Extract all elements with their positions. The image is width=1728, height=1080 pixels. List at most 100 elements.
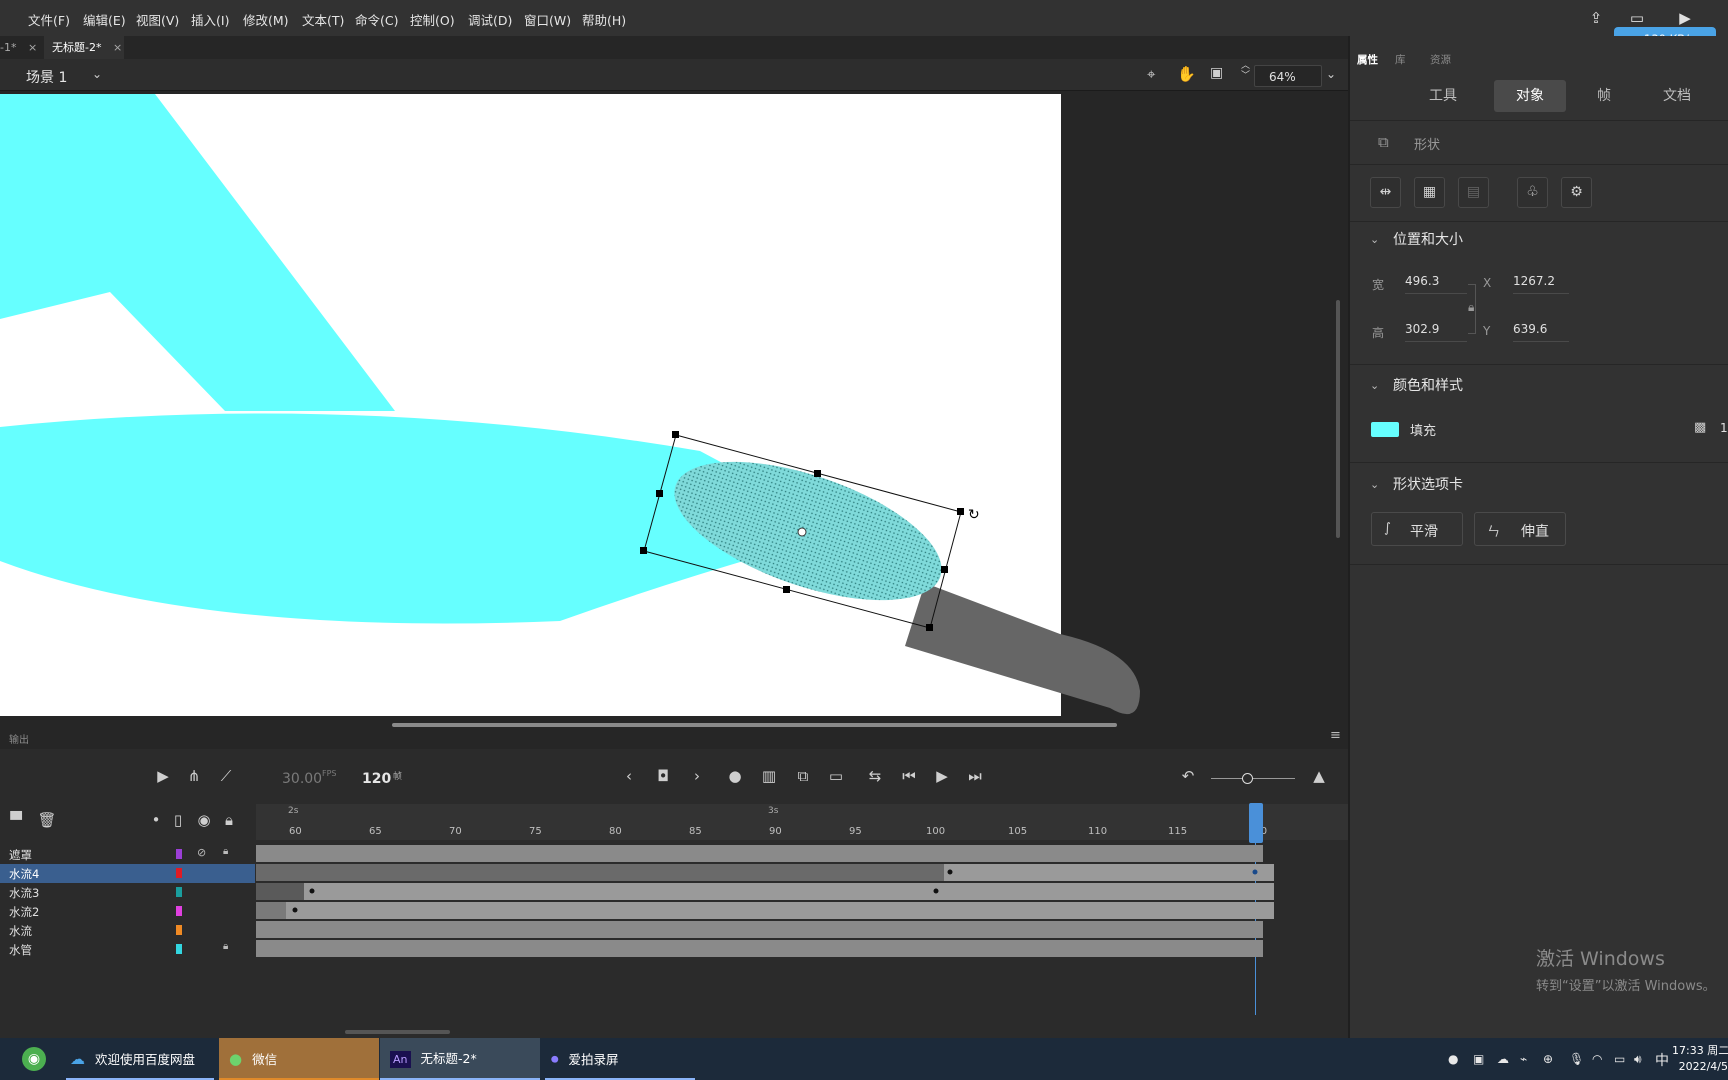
lock-icon[interactable]: 🔒︎ — [223, 941, 228, 952]
fps-value[interactable]: 30.00 — [282, 771, 322, 787]
hidden-eye-icon[interactable]: ⊘ — [197, 846, 206, 859]
y-field[interactable]: 639.6 — [1513, 322, 1569, 342]
break-apart-icon[interactable]: ▤ — [1458, 177, 1489, 208]
wifi-icon[interactable]: ◠ — [1592, 1052, 1602, 1066]
menu-modify[interactable]: 修改(M) — [243, 10, 289, 29]
create-tween-icon[interactable]: ⧉ — [792, 767, 814, 785]
menu-edit[interactable]: 编辑(E) — [83, 10, 126, 29]
trash-icon[interactable]: 🗑︎ — [36, 811, 58, 829]
chevron-down-icon[interactable]: ⌄ — [92, 67, 102, 81]
menu-insert[interactable]: 插入(I) — [191, 10, 229, 29]
layer-color[interactable] — [176, 887, 182, 897]
outline-icon[interactable]: ▯ — [167, 811, 189, 829]
task-baidu[interactable]: ☁ 欢迎使用百度网盘 — [66, 1038, 214, 1080]
clip-stage-icon[interactable]: ▣ — [1210, 65, 1223, 81]
mic-icon[interactable]: 🎙︎ — [1569, 1052, 1584, 1066]
layer-color[interactable] — [176, 925, 182, 935]
chevron-left-icon[interactable]: ‹ — [618, 767, 640, 785]
chevron-down-icon[interactable]: ⌄ — [1370, 233, 1379, 246]
menu-help[interactable]: 帮助(H) — [582, 10, 626, 29]
hide-all-icon[interactable]: ◉ — [193, 811, 215, 829]
play-icon[interactable]: ▶ — [931, 767, 953, 785]
lock-icon[interactable]: 🔒︎ — [1468, 300, 1474, 315]
task-aipai[interactable]: ⏺ 爱拍录屏 — [545, 1038, 695, 1080]
layer-row[interactable]: 水流 — [0, 921, 255, 940]
lock-icon[interactable]: 🔒︎ — [223, 846, 228, 857]
tab-library[interactable]: 库 — [1395, 52, 1406, 67]
edit-multiple-frames-icon[interactable]: ▥ — [758, 767, 780, 785]
task-wechat[interactable]: ● 微信 — [219, 1038, 379, 1080]
step-back-icon[interactable]: ⏮ — [898, 767, 920, 785]
fill-alpha[interactable]: 1 — [1720, 421, 1728, 435]
layer-row[interactable]: 遮罩 ⊘ 🔒︎ — [0, 845, 255, 864]
straighten-button[interactable]: ㄣ 伸直 — [1474, 512, 1566, 546]
playhead[interactable] — [1249, 803, 1263, 843]
add-to-library-icon[interactable]: ♧ — [1517, 177, 1548, 208]
fill-color-swatch[interactable] — [1371, 422, 1399, 437]
plus-tray-icon[interactable]: ⊕ — [1543, 1052, 1553, 1066]
lock-all-icon[interactable]: 🔒︎ — [218, 811, 240, 829]
menu-file[interactable]: 文件(F) — [28, 10, 70, 29]
panel-menu-icon[interactable]: ≡ — [1330, 728, 1341, 743]
mountains-icon[interactable]: ▲ — [1308, 767, 1330, 785]
slider-handle[interactable] — [1242, 773, 1253, 784]
volume-icon[interactable]: 🔊︎ — [1634, 1052, 1642, 1067]
subtab-tools[interactable]: 工具 — [1407, 80, 1479, 112]
menu-view[interactable]: 视图(V) — [136, 10, 179, 29]
clock[interactable]: 17:33 周二 2022/4/5 — [1672, 1043, 1728, 1075]
classic-tween-icon[interactable]: ▭ — [825, 767, 847, 785]
layer-color[interactable] — [176, 944, 182, 954]
zoom-field[interactable]: 64% — [1254, 65, 1322, 87]
step-forward-icon[interactable]: ⏭ — [964, 767, 986, 785]
subtab-object[interactable]: 对象 — [1494, 80, 1566, 112]
test-movie-icon[interactable]: ▶ — [1675, 9, 1695, 27]
tab-properties[interactable]: 属性 — [1357, 52, 1378, 67]
start-button-icon[interactable]: ◉ — [22, 1047, 46, 1071]
menu-commands[interactable]: 命令(C) — [355, 10, 398, 29]
width-field[interactable]: 496.3 — [1405, 274, 1467, 294]
onion-skin-icon[interactable]: ● — [724, 767, 746, 785]
tab-assets[interactable]: 资源 — [1430, 52, 1451, 67]
subtab-frame[interactable]: 帧 — [1568, 80, 1640, 112]
close-icon[interactable]: × — [28, 41, 37, 54]
layer-row[interactable]: 水管 🔒︎ — [0, 940, 255, 959]
timeline-scrollbar[interactable] — [345, 1030, 450, 1034]
x-field[interactable]: 1267.2 — [1513, 274, 1569, 294]
camera-icon[interactable]: ▶︎ — [152, 767, 174, 785]
frame-size-slider[interactable] — [1211, 778, 1295, 779]
stage-vertical-scrollbar[interactable] — [1336, 300, 1340, 538]
layer-depth-icon[interactable]: ⋔ — [183, 767, 205, 785]
checkerboard-icon[interactable]: ▩ — [1694, 420, 1706, 435]
convert-symbol-icon[interactable]: ▦ — [1414, 177, 1445, 208]
rotate-stage-icon[interactable]: ✋ — [1177, 65, 1196, 83]
task-animate[interactable]: An 无标题-2* — [380, 1038, 540, 1080]
layer-color[interactable] — [176, 849, 182, 859]
align-icon[interactable]: ⇹ — [1370, 177, 1401, 208]
layer-color[interactable] — [176, 906, 182, 916]
chevron-down-icon[interactable]: ⌄ — [1370, 379, 1379, 392]
graph-icon[interactable]: ⟋ — [215, 767, 237, 785]
share-icon[interactable]: ⇪ — [1586, 9, 1606, 27]
close-icon[interactable]: × — [113, 41, 122, 54]
transform-pivot[interactable] — [797, 527, 807, 537]
chevron-down-icon[interactable]: ⌄ — [1370, 478, 1379, 491]
stage-area[interactable]: ↻ — [0, 91, 1348, 727]
subtab-document[interactable]: 文档 — [1641, 80, 1713, 112]
insert-keyframe-icon[interactable]: ◘ — [652, 767, 674, 785]
add-asset-icon[interactable]: ⚙ — [1561, 177, 1592, 208]
output-tab[interactable]: 输出 — [9, 731, 29, 746]
menu-window[interactable]: 窗口(W) — [524, 10, 571, 29]
app-tray-icon[interactable]: ▣ — [1473, 1052, 1484, 1066]
doc-tab-1[interactable]: -1* × — [0, 36, 40, 59]
current-frame[interactable]: 120 — [362, 771, 391, 787]
stage-canvas[interactable]: ↻ — [0, 91, 1348, 727]
menu-control[interactable]: 控制(O) — [410, 10, 455, 29]
chevron-down-icon[interactable]: ⌄ — [1326, 67, 1336, 81]
layer-row[interactable]: 水流3 — [0, 883, 255, 902]
layer-row[interactable]: 水流2 — [0, 902, 255, 921]
menu-text[interactable]: 文本(T) — [302, 10, 344, 29]
zoom-stepper-icon[interactable]: ︿ ﹀ — [1241, 61, 1250, 81]
center-stage-icon[interactable]: ⌖ — [1147, 65, 1155, 83]
layer-color[interactable] — [176, 868, 182, 878]
doc-tab-active[interactable]: 无标题-2* × — [44, 36, 124, 59]
